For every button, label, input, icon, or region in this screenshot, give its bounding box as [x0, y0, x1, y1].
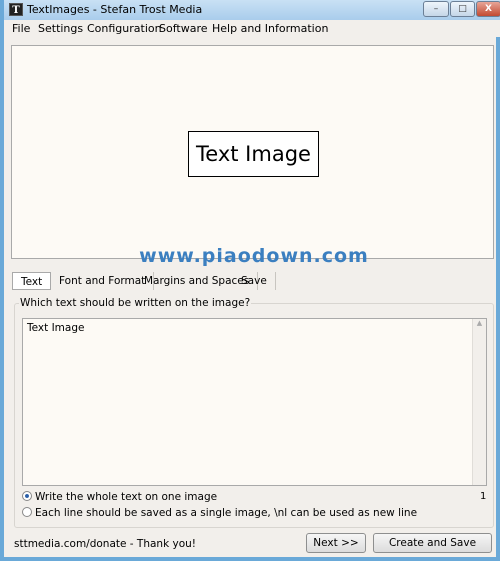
preview-image-text: Text Image	[188, 131, 319, 177]
line-count: 1	[480, 491, 487, 502]
radio-whole-text[interactable]: Write the whole text on one image	[22, 491, 217, 503]
maximize-button[interactable]: □	[450, 1, 475, 17]
create-save-button[interactable]: Create and Save	[373, 533, 492, 553]
app-icon: T	[9, 3, 23, 16]
watermark: www.piaodown.com	[139, 245, 369, 267]
title-bar[interactable]: T TextImages - Stefan Trost Media – □ X	[4, 0, 500, 20]
window-title: TextImages - Stefan Trost Media	[27, 3, 203, 16]
radio-label: Each line should be saved as a single im…	[35, 507, 418, 519]
menu-bar: File Settings Configuration Software Hel…	[8, 20, 500, 37]
menu-file[interactable]: File	[12, 22, 30, 35]
next-button[interactable]: Next >>	[306, 533, 366, 553]
image-preview: Text Image	[11, 45, 494, 259]
app-window: T TextImages - Stefan Trost Media – □ X …	[0, 0, 500, 561]
text-value: Text Image	[27, 322, 85, 334]
group-label: Which text should be written on the imag…	[19, 297, 252, 309]
menu-help[interactable]: Help and Information	[212, 22, 328, 35]
text-input[interactable]: Text Image ▲	[22, 318, 487, 486]
menu-configuration[interactable]: Configuration	[87, 22, 162, 35]
menu-settings[interactable]: Settings	[38, 22, 83, 35]
status-text[interactable]: sttmedia.com/donate - Thank you!	[14, 538, 196, 550]
close-button[interactable]: X	[476, 1, 500, 17]
tab-text[interactable]: Text	[12, 272, 52, 290]
scrollbar[interactable]: ▲	[472, 319, 486, 485]
radio-unselected-icon	[22, 507, 32, 517]
minimize-button[interactable]: –	[423, 1, 449, 17]
radio-selected-icon	[22, 491, 32, 501]
tab-save[interactable]: Save	[233, 272, 276, 290]
radio-label: Write the whole text on one image	[35, 491, 218, 503]
radio-each-line[interactable]: Each line should be saved as a single im…	[22, 507, 417, 519]
menu-software[interactable]: Software	[159, 22, 208, 35]
